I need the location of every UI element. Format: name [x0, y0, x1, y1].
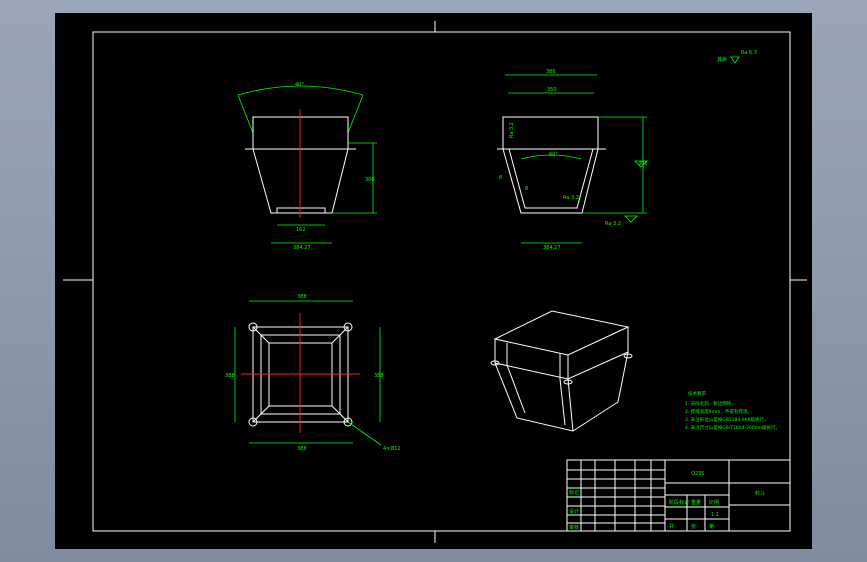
plan-top-dim: 388	[297, 294, 307, 300]
plan-holes-note: 4×Ø12	[383, 445, 401, 452]
plan-left-dim: 388	[225, 373, 235, 379]
side-weld2: 8	[525, 186, 528, 192]
roughness-value: Ra 6.3	[741, 50, 757, 56]
side-weld1: 8	[499, 175, 502, 181]
tb-design: 设计	[569, 508, 579, 515]
tech-line-1: 1. 去除毛刺、锐边倒钝。	[685, 400, 736, 407]
side-rough1: Ra 3.2	[509, 122, 515, 138]
side-bottom-width: 384.27	[543, 245, 561, 251]
tb-ratio: 比例	[709, 499, 719, 506]
plan-right-dim: 388	[374, 373, 384, 379]
tech-line-4: 4. 未注尺寸公差按GB/T1804-2000m级执行。	[685, 424, 780, 431]
tb-weight: 重量	[691, 499, 701, 506]
front-angle-label: 40°	[295, 82, 304, 88]
side-top-width: 386	[546, 69, 556, 75]
tb-material: Q235	[691, 471, 704, 477]
tb-mark: 标记	[569, 489, 579, 496]
roughness-note: 其余 Ra 6.3	[717, 50, 757, 64]
side-rough3: Ra 3.2	[605, 221, 621, 227]
side-rough2: Ra 3.2	[563, 195, 579, 201]
plan-bottom-dim: 388	[297, 446, 307, 452]
roughness-prefix: 其余	[717, 56, 727, 63]
tb-review: 审核	[569, 524, 579, 531]
plan-view: 388 388 388 388 4×Ø12	[225, 294, 401, 452]
drawing-canvas: 40° 300 162 384.27 386 350 60° 300 384.2…	[63, 21, 807, 543]
tb-sheet-no: 第	[709, 523, 714, 530]
tb-part-name: 料斗	[755, 490, 765, 497]
tb-sheet-label: 共	[669, 523, 674, 530]
front-height-label: 300	[365, 177, 375, 183]
cad-viewport[interactable]: 40° 300 162 384.27 386 350 60° 300 384.2…	[0, 0, 867, 562]
tech-title: 技术要求	[688, 390, 706, 397]
isometric-view	[490, 310, 633, 432]
inner-frame	[92, 31, 791, 532]
title-block: Q235 料斗 阶段标记 重量 比例 1:1 标记 设计 审核 共 张 第	[566, 459, 791, 532]
tb-stage: 阶段标记	[669, 499, 689, 506]
tb-sheet-of: 张	[691, 523, 696, 530]
front-view: 40° 300 162 384.27	[237, 82, 377, 251]
front-bottom-label: 162	[296, 227, 306, 233]
tech-line-2: 2. 焊缝高度8mm，不得有焊渣。	[685, 408, 752, 415]
front-total-label: 384.27	[293, 245, 311, 251]
tech-requirements: 技术要求 1. 去除毛刺、锐边倒钝。 2. 焊缝高度8mm，不得有焊渣。 3. …	[685, 390, 780, 431]
tech-line-3: 3. 未注形位公差按GB1184-96K级执行。	[685, 416, 769, 423]
drawing-sheet: 40° 300 162 384.27 386 350 60° 300 384.2…	[55, 13, 812, 549]
side-angle: 60°	[549, 152, 558, 158]
side-inner-width: 350	[547, 87, 557, 93]
tb-scale: 1:1	[711, 512, 719, 518]
side-view: 386 350 60° 300 384.27 Ra 3.2 Ra 3.2 Ra …	[497, 69, 648, 251]
